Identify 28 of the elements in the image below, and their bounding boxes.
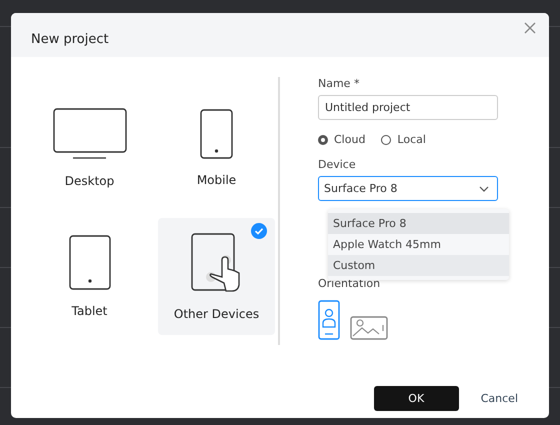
field-label: Name *: [318, 77, 360, 90]
cancel-button[interactable]: Cancel: [480, 392, 518, 405]
tablet-icon: [68, 235, 110, 290]
chevron-down-icon: [479, 186, 489, 192]
monitor-icon: [52, 108, 126, 160]
radio-label[interactable]: Local: [397, 133, 426, 146]
dialog-title: New project: [31, 32, 109, 47]
dropdown-option[interactable]: Custom: [328, 255, 509, 276]
radio-label[interactable]: Cloud: [334, 133, 366, 146]
phone-icon: [200, 108, 233, 158]
dropdown-option[interactable]: Apple Watch 45mm: [328, 234, 509, 255]
radio-button[interactable]: [318, 134, 328, 144]
device-option[interactable]: Tablet: [31, 218, 148, 335]
device-option[interactable]: Mobile: [158, 89, 275, 206]
field-label: Device: [318, 158, 357, 171]
close-icon[interactable]: [524, 22, 536, 34]
check-icon: [251, 223, 267, 239]
field-label: Orientation: [318, 277, 382, 290]
portrait-orientation-icon[interactable]: [318, 300, 340, 340]
tablet-touch-icon: [190, 232, 242, 292]
device-option[interactable]: Desktop: [31, 89, 148, 206]
radio-button[interactable]: [381, 134, 392, 144]
device-dropdown[interactable]: Surface Pro 8: [318, 176, 498, 201]
name-field[interactable]: Untitled project: [318, 95, 498, 120]
ok-button[interactable]: OK: [374, 386, 459, 411]
landscape-orientation-icon[interactable]: [350, 316, 388, 340]
dropdown-option[interactable]: Surface Pro 8: [328, 213, 509, 234]
device-option[interactable]: Other Devices: [158, 218, 275, 335]
